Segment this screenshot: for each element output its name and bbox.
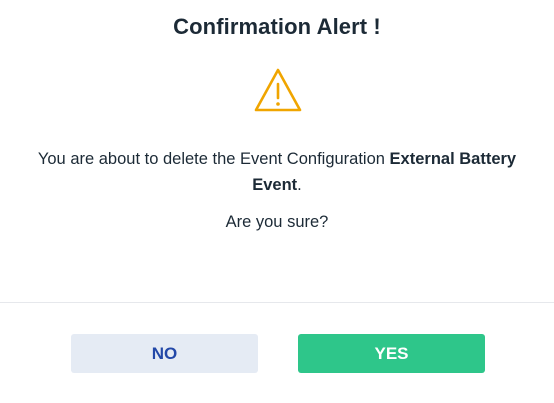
warning-triangle-icon	[254, 68, 302, 112]
confirm-question: Are you sure?	[225, 213, 329, 231]
message-suffix: .	[297, 176, 302, 194]
no-button[interactable]: NO	[71, 334, 258, 373]
yes-button[interactable]: YES	[298, 334, 485, 373]
message-text: You are about to delete the Event Config…	[37, 150, 390, 168]
footer-divider	[0, 302, 554, 303]
dialog-title: Confirmation Alert !	[173, 14, 381, 39]
dialog-message: You are about to delete the Event Config…	[20, 146, 534, 198]
confirmation-dialog: Confirmation Alert ! You are about to de…	[0, 0, 554, 403]
